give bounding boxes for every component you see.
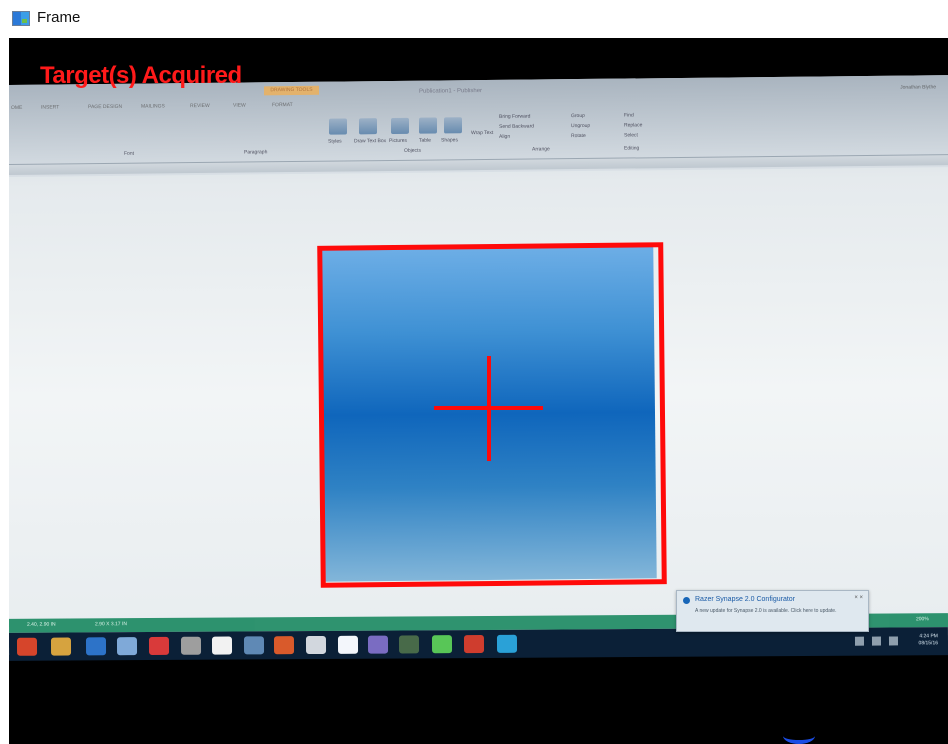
tool-draw-text-box: Draw Text Box [354,138,387,145]
document-title: Publication1 - Publisher [419,88,483,95]
command-prompt-icon [398,635,420,654]
tool-shapes: Shapes [441,137,458,144]
drawing-tools-tab: DRAWING TOOLS [264,85,319,96]
clock-date: 08/15/16 [918,640,939,647]
outlook-icon [85,637,107,656]
ribbon-tools: Styles Draw Text Box Pictures Table Shap… [9,108,948,158]
tab-insert: INSERT [41,104,60,111]
tool-select: Select [624,132,638,139]
tool-send-backward: Send Backward [499,123,535,130]
status-size: 2.90 X 3.17 IN [94,621,127,628]
blue-light-glow [783,728,815,744]
network-icon [854,636,865,646]
group-objects: Objects [404,147,421,154]
tool-bring-forward: Bring Forward [499,113,531,120]
java-icon [273,636,295,655]
tab-mailings: MAILINGS [141,103,165,110]
text-box-icon [359,118,377,135]
user-name: Jonathan Blythe [900,84,936,91]
info-icon [683,597,690,604]
notification-title: Razer Synapse 2.0 Configurator [695,596,795,603]
file-explorer-icon [50,637,72,656]
close-icon: × × [854,595,863,601]
tab-view: VIEW [233,102,246,109]
tool-rotate: Rotate [571,132,586,140]
group-font: Font [124,150,135,157]
group-arrange: Arrange [532,146,550,153]
tool-find: Find [624,112,634,119]
visual-studio-icon [367,635,389,654]
camera-frame: DRAWING TOOLS Publication1 - Publisher J… [9,38,948,744]
horizontal-ruler [9,154,948,175]
publisher-ribbon: DRAWING TOOLS Publication1 - Publisher J… [9,75,948,177]
tool-wrap-text: Wrap Text [471,129,494,137]
shapes-icon [444,117,462,134]
target-crosshair-vertical [487,356,491,461]
table-icon [419,117,437,134]
window-titlebar[interactable]: Frame [0,0,948,38]
tab-format: FORMAT [272,102,293,109]
chrome-icon [16,637,38,656]
update-notification: Razer Synapse 2.0 Configurator A new upd… [676,590,869,632]
flag-icon [888,636,899,646]
group-editing: Editing [624,145,640,152]
tool-group: Group [571,112,585,120]
pictures-icon [391,117,409,134]
clock-time: 4:24 PM [919,633,938,640]
media-icon [431,635,453,654]
styles-icon [329,118,347,135]
window-title: Frame [37,9,81,26]
notification-body: A new update for Synapse 2.0 is availabl… [695,608,837,614]
app-icon-gray [180,636,202,655]
tool-pictures: Pictures [389,137,408,145]
app-icon-red [148,636,170,656]
tab-home: ome [11,104,23,111]
tool-replace: Replace [624,122,643,129]
powerpoint-icon [463,634,485,654]
tool-table: Table [419,137,431,144]
publisher-icon [496,634,518,653]
group-paragraph: Paragraph [244,149,268,156]
target-acquired-label: Target(s) Acquired [40,62,242,89]
tool-styles: Styles [328,138,342,145]
tool-ungroup: Ungroup [571,122,591,130]
tab-page-design: PAGE DESIGN [88,103,123,111]
volume-icon [871,636,882,646]
windows-taskbar: 4:24 PM 08/15/16 [9,627,948,661]
app-icon [12,11,30,26]
app-icon-blue [243,636,265,655]
status-zoom: 200% [915,616,929,623]
paint-icon [116,637,138,656]
tool-align: Align [499,133,511,140]
status-position: 2.40, 2.90 IN [26,621,56,628]
inkscape-icon [211,636,233,655]
media-player-icon [305,635,327,655]
target-bounding-box [317,242,667,588]
document-icon [337,635,359,654]
tab-review: REVIEW [190,102,210,110]
taskbar-clock: 4:24 PM 08/15/16 [918,633,939,647]
